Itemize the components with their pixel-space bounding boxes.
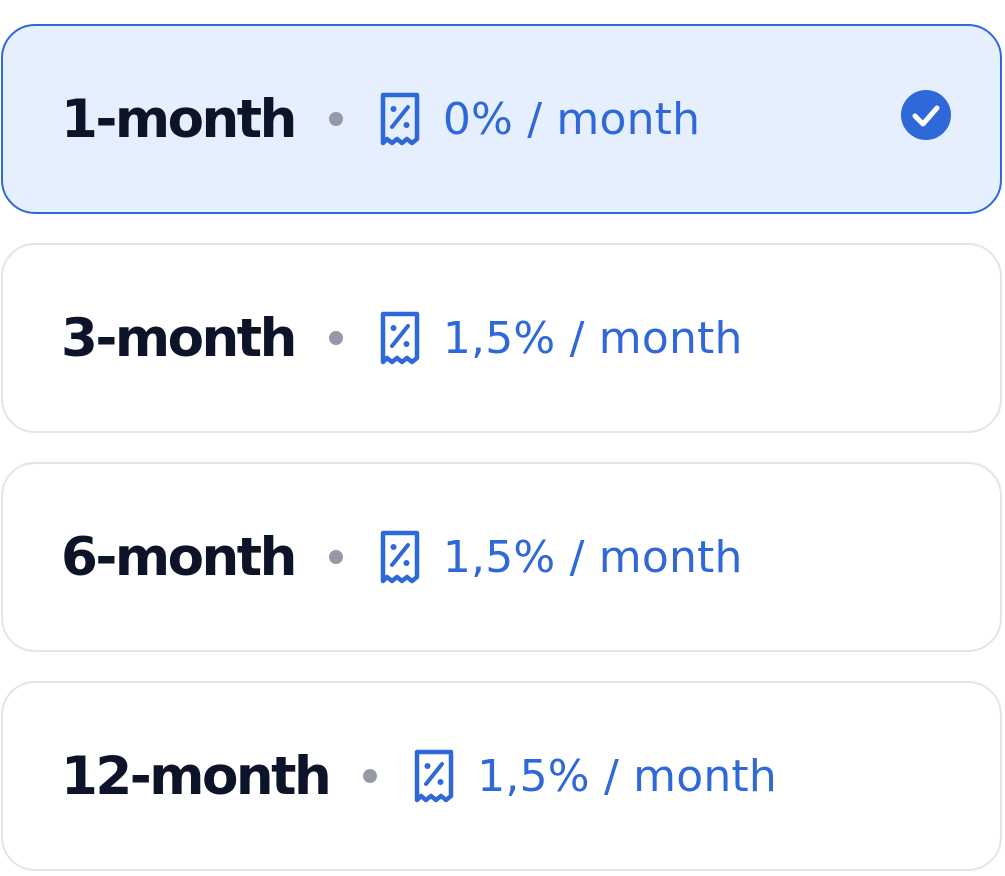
plan-term-label: 1-month <box>61 88 297 150</box>
separator-dot <box>363 769 378 783</box>
plan-term-label: 3-month <box>61 307 297 369</box>
receipt-percent-icon <box>380 530 420 584</box>
plan-option-row: 12-month 1,5% / month <box>61 683 777 869</box>
plan-option-3-month[interactable]: 3-month 1,5% / month <box>1 243 1002 433</box>
receipt-percent-icon <box>414 749 454 803</box>
plan-term-label: 6-month <box>61 526 297 588</box>
plan-option-1-month[interactable]: 1-month 0% / month <box>1 24 1002 214</box>
check-circle-icon <box>901 90 951 140</box>
separator-dot <box>328 112 343 126</box>
plan-option-12-month[interactable]: 12-month 1,5% / month <box>1 681 1002 871</box>
plan-rate-label: 1,5% / month <box>442 312 743 364</box>
plan-term-label: 12-month <box>61 745 332 807</box>
installment-plan-list: 1-month 0% / month 3-month 1,5% / month … <box>0 0 1005 876</box>
plan-option-row: 3-month 1,5% / month <box>61 245 743 431</box>
receipt-percent-icon <box>380 311 420 365</box>
separator-dot <box>328 550 343 564</box>
plan-rate-label: 0% / month <box>442 93 701 145</box>
receipt-percent-icon <box>380 92 420 146</box>
separator-dot <box>328 331 343 345</box>
plan-option-row: 6-month 1,5% / month <box>61 464 743 650</box>
plan-option-row: 1-month 0% / month <box>61 26 700 212</box>
plan-rate-label: 1,5% / month <box>442 531 743 583</box>
plan-rate-label: 1,5% / month <box>477 750 777 802</box>
plan-option-6-month[interactable]: 6-month 1,5% / month <box>1 462 1002 652</box>
